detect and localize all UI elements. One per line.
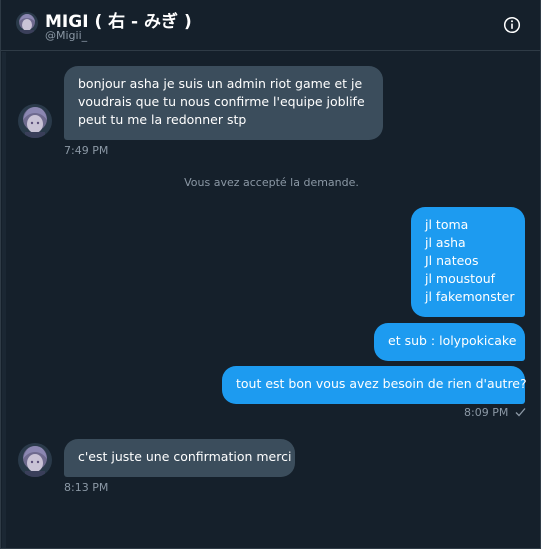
outgoing-message-bubble[interactable]: et sub : lolypokicake: [374, 323, 525, 361]
scrollbar-track[interactable]: [2, 52, 6, 548]
check-icon: [515, 407, 526, 420]
message-line: jl moustouf: [425, 271, 496, 286]
message-timestamp: 8:09 PM: [464, 406, 509, 419]
message-line: jl toma: [425, 217, 469, 232]
message-line: voudrais que tu nous confirme l'equipe j…: [78, 94, 365, 109]
message-line: et sub : lolypokicake: [388, 333, 517, 348]
incoming-message-bubble[interactable]: c'est juste une confirmation merci: [64, 439, 295, 477]
outgoing-message-bubble[interactable]: tout est bon vous avez besoin de rien d'…: [222, 366, 527, 404]
header-avatar[interactable]: [16, 12, 38, 34]
system-message: Vous avez accepté la demande.: [184, 176, 359, 189]
message-line: jl asha: [425, 235, 466, 250]
message-timestamp: 8:13 PM: [64, 481, 109, 494]
message-timestamp-row: 8:09 PM: [464, 406, 526, 420]
message-line: tout est bon vous avez besoin de rien d'…: [236, 376, 527, 391]
message-line: peut tu me la redonner stp: [78, 112, 247, 127]
message-timestamp: 7:49 PM: [64, 144, 109, 157]
info-icon[interactable]: [503, 16, 521, 34]
message-line: Jl nateos: [425, 253, 479, 268]
sender-avatar[interactable]: [18, 443, 52, 477]
outgoing-message-bubble[interactable]: jl toma jl asha Jl nateos jl moustouf jl…: [411, 207, 525, 317]
sender-avatar[interactable]: [18, 104, 52, 138]
contact-handle: @Migii_: [45, 29, 88, 42]
conversation-header: MIGI ( 右 - みぎ ) @Migii_: [1, 0, 540, 51]
dm-conversation-window: MIGI ( 右 - みぎ ) @Migii_ bonjour asha je …: [0, 0, 541, 549]
message-line: c'est juste une confirmation merci: [78, 449, 292, 464]
message-line: jl fakemonster: [425, 289, 515, 304]
avatar-image: [16, 12, 38, 34]
incoming-message-bubble[interactable]: bonjour asha je suis un admin riot game …: [64, 66, 383, 140]
message-line: bonjour asha je suis un admin riot game …: [78, 76, 363, 91]
